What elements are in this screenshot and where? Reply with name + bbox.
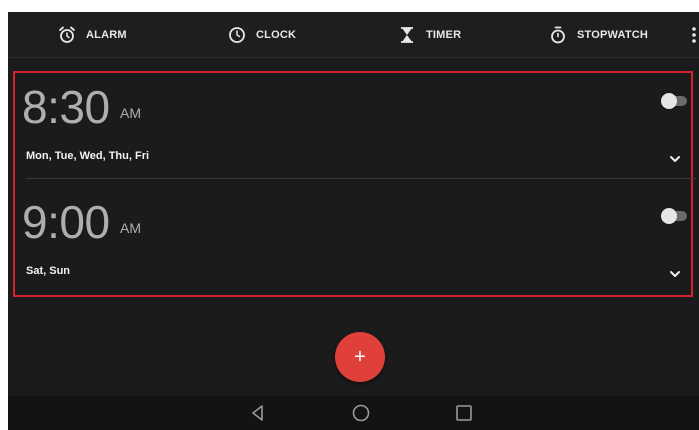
alarm-list: 8:30 AM Mon, Tue, Wed, Thu, Fri 9:00 AM … — [13, 71, 696, 298]
tab-timer-label: TIMER — [426, 28, 462, 41]
tab-timer[interactable]: TIMER — [398, 12, 461, 57]
chevron-down-icon[interactable] — [669, 266, 681, 277]
alarm-repeat-days[interactable]: Mon, Tue, Wed, Thu, Fri — [26, 149, 149, 163]
clock-icon — [228, 26, 246, 44]
tab-bar: ALARM CLOCK TIMER STOPWATCH — [8, 12, 699, 58]
back-icon[interactable] — [247, 403, 269, 423]
alarm-screen: ALARM CLOCK TIMER STOPWATCH 8:30 AM Mon,… — [8, 12, 699, 430]
tab-alarm[interactable]: ALARM — [58, 12, 127, 57]
more-options-icon[interactable] — [689, 25, 699, 45]
alarm-toggle[interactable] — [661, 93, 689, 109]
home-icon[interactable] — [350, 403, 372, 423]
toggle-thumb — [661, 93, 677, 109]
alarm-toggle[interactable] — [661, 208, 689, 224]
alarm-ampm: AM — [120, 105, 141, 121]
add-alarm-button[interactable]: + — [335, 332, 385, 382]
navigation-bar — [8, 396, 699, 430]
alarm-clock-icon — [58, 26, 76, 44]
alarm-ampm: AM — [120, 220, 141, 236]
tab-stopwatch[interactable]: STOPWATCH — [549, 12, 648, 57]
recent-apps-icon[interactable] — [453, 403, 475, 423]
add-icon: + — [354, 346, 366, 368]
tab-clock[interactable]: CLOCK — [228, 12, 296, 57]
chevron-down-icon[interactable] — [669, 151, 681, 162]
stopwatch-icon — [549, 26, 567, 44]
divider — [26, 178, 696, 179]
alarm-item: 9:00 AM Sat, Sun — [15, 188, 691, 298]
tab-clock-label: CLOCK — [256, 28, 297, 41]
tab-stopwatch-label: STOPWATCH — [577, 28, 649, 41]
toggle-thumb — [661, 208, 677, 224]
tab-alarm-label: ALARM — [86, 28, 127, 41]
hourglass-icon — [398, 26, 416, 44]
alarm-repeat-days[interactable]: Sat, Sun — [26, 264, 70, 278]
alarm-time[interactable]: 8:30 — [22, 77, 110, 137]
alarm-item: 8:30 AM Mon, Tue, Wed, Thu, Fri — [15, 73, 696, 183]
alarm-time[interactable]: 9:00 — [22, 192, 110, 252]
